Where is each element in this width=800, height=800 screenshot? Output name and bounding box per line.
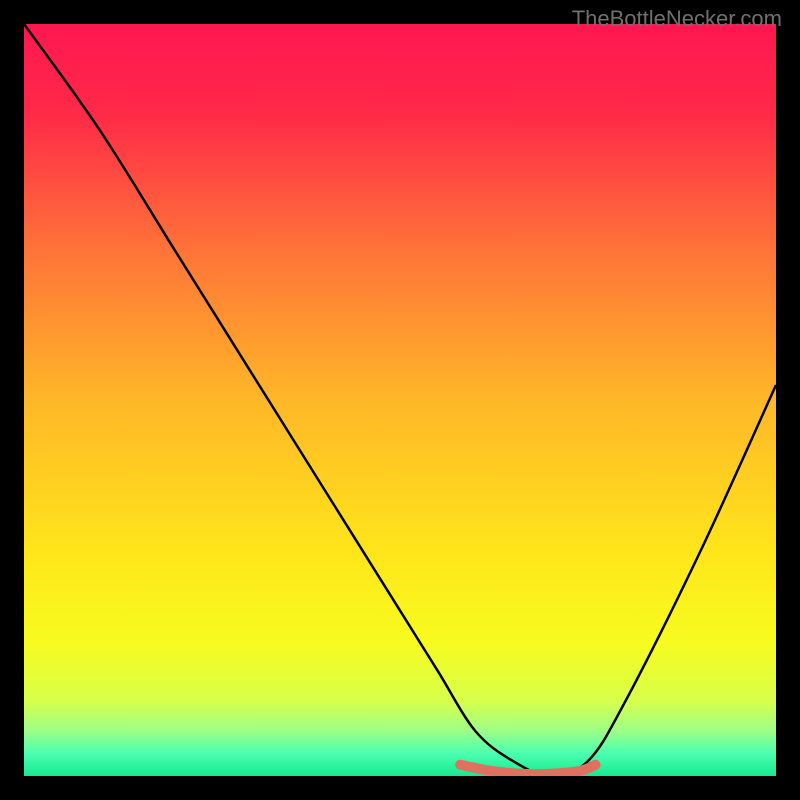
watermark-text: TheBottleNecker.com <box>572 6 782 32</box>
bottleneck-chart <box>24 24 776 776</box>
gradient-background <box>24 24 776 776</box>
chart-plot-area <box>24 24 776 776</box>
